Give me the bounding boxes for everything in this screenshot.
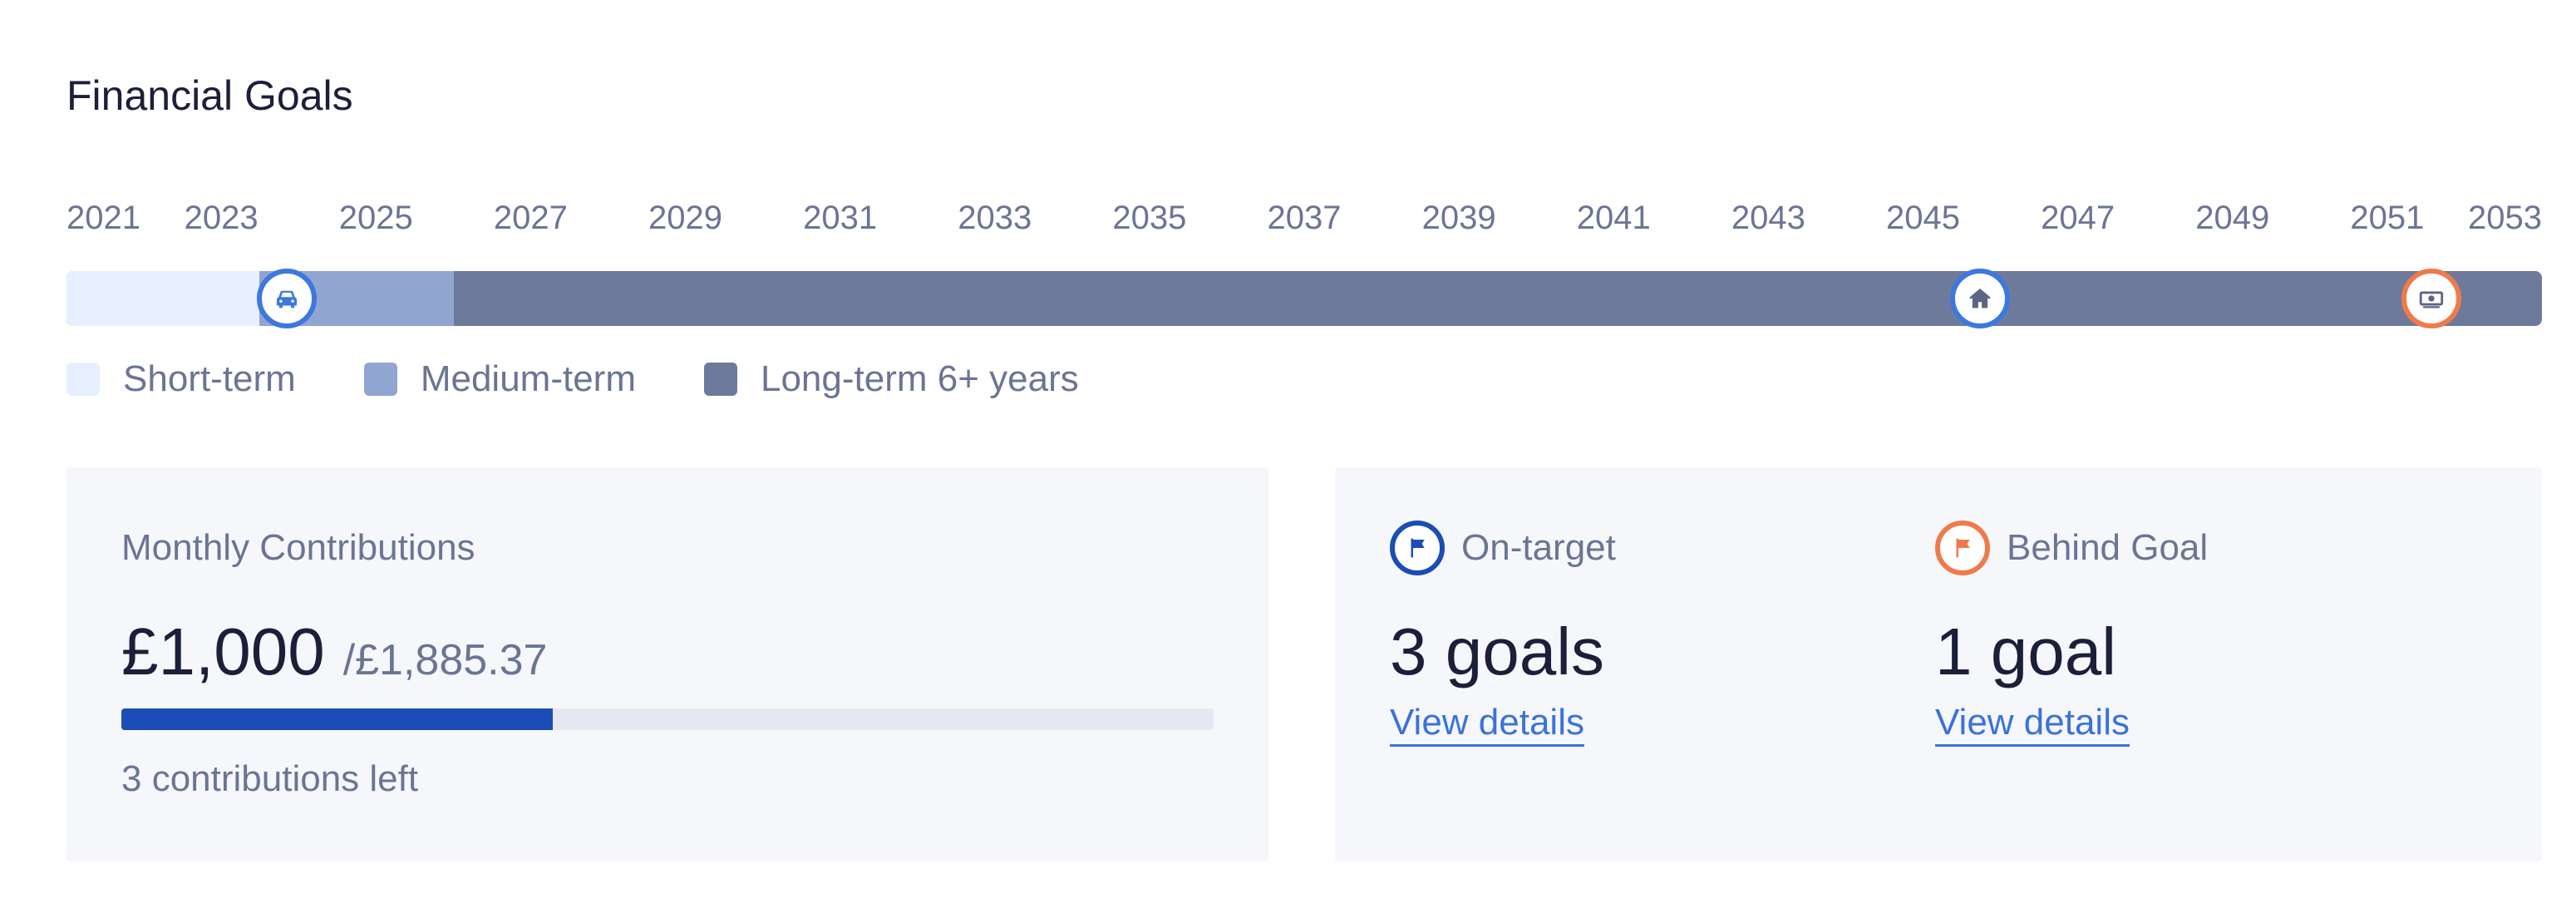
year-label: 2029: [648, 200, 722, 236]
on-target-status: On-target 3 goals View details: [1390, 521, 1616, 747]
year-label: 2031: [803, 200, 878, 236]
year-label: 2047: [2041, 200, 2115, 236]
contribution-target: /£1,885.37: [342, 636, 548, 684]
car-goal-marker[interactable]: [257, 269, 317, 328]
legend-medium-term-label: Medium-term: [420, 358, 636, 399]
year-label: 2035: [1112, 200, 1187, 236]
contributions-heading: Monthly Contributions: [121, 527, 475, 568]
year-label: 2033: [958, 200, 1032, 236]
contribution-progress-bar: [121, 708, 1214, 730]
year-label: 2045: [1886, 200, 1960, 236]
goals-timeline-bar: [66, 271, 2542, 326]
on-target-count: 3 goals: [1390, 614, 1604, 688]
year-label: 2021: [66, 200, 140, 236]
house-icon: [1969, 288, 1991, 308]
monthly-contributions-card: Monthly Contributions £1,000 /£1,885.37 …: [66, 467, 1268, 861]
house-goal-marker[interactable]: [1950, 269, 2010, 328]
behind-goal-view-details-link[interactable]: View details: [1935, 702, 2130, 747]
car-icon: [276, 290, 298, 308]
timeline-legend: Short-term Medium-term Long-term 6+ year…: [66, 358, 1147, 401]
on-target-view-details-link[interactable]: View details: [1390, 702, 1584, 747]
contribution-current: £1,000: [121, 614, 325, 688]
behind-goal-status: Behind Goal 1 goal View details: [1935, 521, 2208, 747]
legend-short-term-label: Short-term: [123, 358, 296, 399]
money-icon: [2419, 291, 2444, 308]
year-label: 2051: [2350, 200, 2425, 236]
year-label: 2039: [1421, 200, 1496, 236]
legend-short-term: Short-term: [66, 358, 296, 400]
goal-status-card: On-target 3 goals View details Behind Go…: [1335, 467, 2542, 861]
year-label: 2027: [493, 200, 568, 236]
contribution-progress-fill: [121, 708, 554, 730]
year-label: 2037: [1267, 200, 1342, 236]
legend-medium-term: Medium-term: [363, 358, 636, 400]
medium-term-swatch: [363, 363, 397, 396]
on-target-label: On-target: [1461, 527, 1616, 568]
year-label: 2053: [2468, 200, 2542, 236]
behind-goal-label: Behind Goal: [2007, 527, 2209, 568]
short-term-swatch: [66, 363, 100, 396]
short-term-segment: [66, 271, 259, 326]
legend-long-term: Long-term 6+ years: [703, 358, 1079, 400]
behind-goal-count: 1 goal: [1935, 614, 2116, 688]
year-label: 2025: [338, 200, 413, 236]
on-target-flag-icon: [1390, 521, 1445, 575]
year-label: 2049: [2195, 200, 2270, 236]
legend-long-term-label: Long-term 6+ years: [760, 358, 1079, 399]
behind-goal-flag-icon: [1935, 521, 1990, 575]
long-term-swatch: [703, 363, 737, 396]
timeline-year-axis: 2021 2023 2025 2027 2029 2031 2033 2035 2037 2039…: [66, 200, 2542, 241]
contributions-left: 3 contributions left: [121, 758, 419, 799]
year-label: 2043: [1731, 200, 1805, 236]
page-title: Financial Goals: [66, 72, 353, 119]
money-goal-marker[interactable]: [2401, 269, 2461, 328]
year-label: 2023: [184, 200, 259, 236]
year-label: 2041: [1576, 200, 1651, 236]
contribution-amount: £1,000 /£1,885.37: [121, 614, 547, 690]
